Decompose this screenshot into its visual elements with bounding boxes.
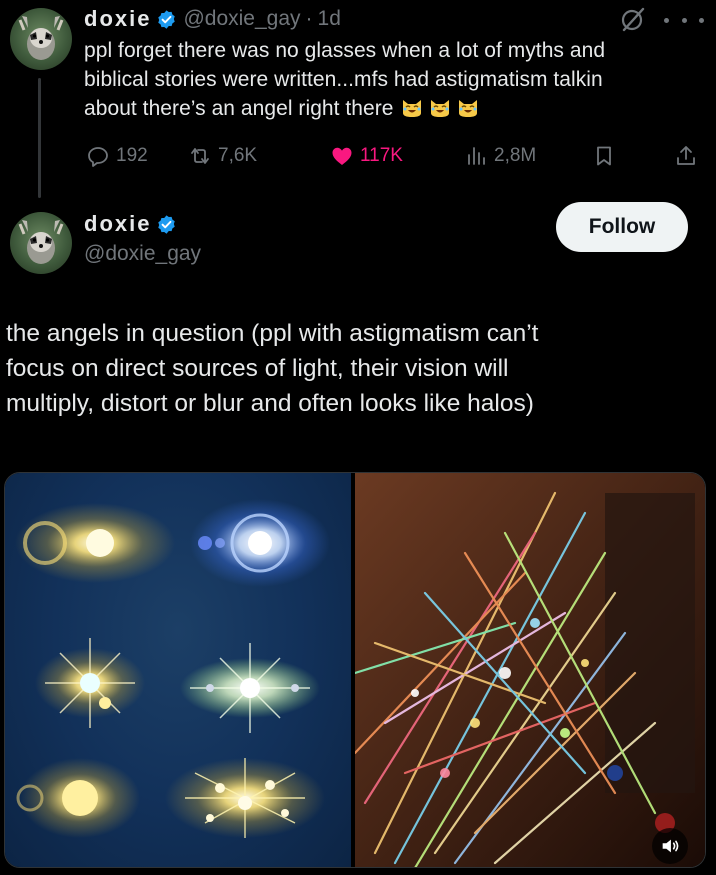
action-bar: 192 7,6K 117K 2,8M [84,138,704,174]
handle[interactable]: @doxie_gay [84,242,201,266]
bookmark-button[interactable] [592,138,616,174]
like-count: 117K [360,145,403,166]
more-options-icon[interactable] [664,14,704,26]
views-button[interactable]: 2,8M [464,138,536,174]
tweet-text-line: biblical stories were written...mfs had … [84,68,603,91]
reply-button[interactable]: 192 [86,138,148,174]
avatar[interactable] [10,212,72,274]
views-count: 2,8M [494,145,537,166]
avatar[interactable] [10,8,72,70]
tweet-text-line: focus on direct sources of light, their … [6,355,509,382]
heart-icon [332,147,352,165]
grok-icon[interactable] [620,6,646,32]
volume-button[interactable] [652,828,688,864]
emoji-row [400,95,480,119]
bookmark-icon [597,146,611,166]
tweet-text-line: multiply, distort or blur and often look… [6,390,534,417]
thread-line [38,78,41,198]
verified-badge-icon [156,9,177,30]
display-name[interactable]: doxie [84,211,151,237]
tweet-text-line-last: about there’s an angel right there [84,94,709,123]
timestamp[interactable]: 1d [318,7,341,31]
like-button[interactable]: 117K [330,138,403,174]
verified-badge-icon [156,214,177,235]
display-name[interactable]: doxie [84,6,151,32]
reply-count: 192 [116,145,148,166]
tweet-text-line: the angels in question (ppl with astigma… [6,320,539,347]
follow-button[interactable]: Follow [556,202,688,252]
tweet-screenshot: doxie @doxie_gay · 1d ppl forget there w… [0,0,716,875]
lens-flare-halos-image[interactable] [5,473,351,867]
laughing-cat-emoji-icon [458,100,477,117]
reply-icon [88,147,108,167]
laughing-cat-emoji-icon [430,100,449,117]
reply-tweet-text: ppl forget there was no glasses when a l… [84,36,709,123]
separator-dot: · [305,7,313,30]
volume-icon [662,839,679,853]
christmas-lights-streaks-image[interactable] [355,473,705,867]
repost-icon [191,148,209,164]
views-chart-icon [468,147,485,165]
laughing-cat-emoji-icon [402,100,421,117]
main-tweet-text: the angels in question (ppl with astigma… [6,316,712,421]
share-button[interactable] [674,138,698,174]
handle[interactable]: @doxie_gay [183,7,300,31]
tweet-text-line: ppl forget there was no glasses when a l… [84,39,606,62]
share-icon [677,146,695,165]
media-grid [4,472,706,868]
repost-count: 7,6K [218,145,258,166]
main-tweet-header: doxie @doxie_gay [84,208,201,266]
tweet-header: doxie @doxie_gay · 1d [84,4,341,34]
repost-button[interactable]: 7,6K [188,138,257,174]
